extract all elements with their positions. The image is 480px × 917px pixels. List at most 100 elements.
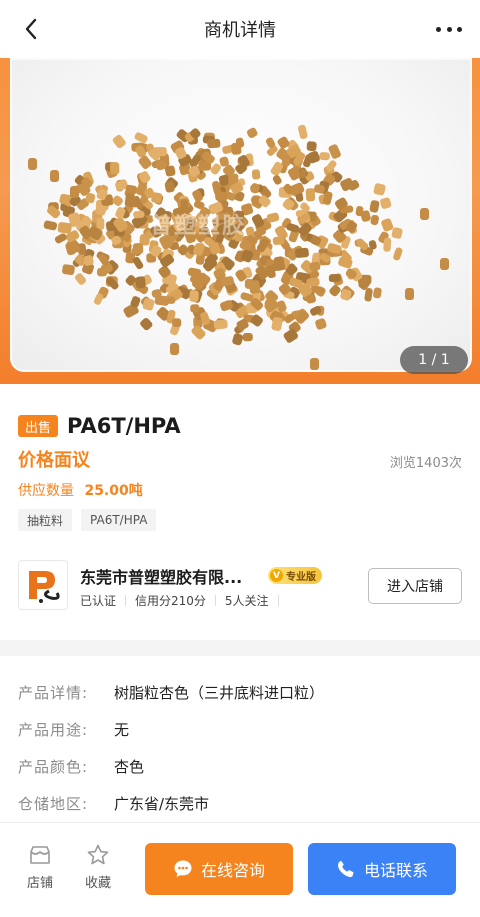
- detail-row: 产品用途: 无: [18, 719, 129, 740]
- product-details: 产品详情: 树脂粒杏色（三井底料进口粒） 产品用途: 无 产品颜色: 杏色 仓储…: [0, 656, 480, 822]
- pellet-shape: [305, 188, 316, 202]
- pellet-shape: [315, 318, 327, 330]
- pellet-shape: [112, 195, 123, 207]
- pellet-shape: [50, 170, 59, 182]
- product-chips: 抽粒料 PA6T/HPA: [18, 509, 157, 531]
- pellet-shape: [405, 288, 414, 300]
- store-meta: 已认证 信用分210分 5人关注: [80, 592, 288, 609]
- detail-key: 产品用途:: [18, 721, 89, 739]
- image-counter: 1 / 1: [400, 346, 468, 374]
- pellet-shape: [370, 214, 379, 226]
- pellet-shape: [135, 276, 146, 289]
- chat-icon: [174, 860, 192, 877]
- follower-count: 5人关注: [224, 594, 269, 608]
- pellet-shape: [250, 183, 260, 194]
- pellet-shape: [163, 296, 176, 304]
- pellet-shape: [231, 142, 242, 155]
- supply-label: 供应数量: [18, 483, 74, 499]
- sale-tag: 出售: [18, 415, 59, 437]
- consult-label: 在线咨询: [200, 861, 265, 880]
- pellet-shape: [54, 233, 67, 244]
- back-icon[interactable]: [18, 16, 44, 42]
- shop-button[interactable]: 店铺: [20, 843, 60, 891]
- pellet-shape: [134, 132, 148, 143]
- divider: [214, 595, 216, 606]
- pellet-shape: [112, 134, 126, 149]
- pellet-shape: [329, 284, 341, 297]
- pellet-shape: [298, 124, 308, 139]
- pellet-shape: [70, 186, 79, 198]
- store-card: 东莞市普塑塑胶有限... V 专业版 已认证 信用分210分 5人关注 进入店铺: [0, 540, 480, 640]
- pellet-shape: [380, 197, 392, 209]
- pellet-shape: [373, 183, 386, 196]
- detail-value: 无: [114, 721, 130, 739]
- favorite-label: 收藏: [84, 876, 111, 891]
- pellet-shape: [210, 163, 221, 175]
- supply-value: 25.00吨: [84, 483, 143, 499]
- pellet-shape: [47, 205, 61, 219]
- vip-icon: V: [270, 569, 283, 582]
- pellet-shape: [440, 258, 449, 270]
- more-icon[interactable]: [436, 18, 462, 40]
- pellet-shape: [272, 175, 282, 185]
- pellet-shape: [246, 127, 258, 139]
- product-image-carousel[interactable]: 普塑塑胶 1 / 1: [0, 58, 480, 384]
- detail-value: 杏色: [114, 758, 145, 776]
- pellet-shape: [28, 158, 37, 170]
- pellet-shape: [232, 333, 244, 346]
- pellet-shape: [172, 318, 182, 328]
- pellet-shape: [286, 223, 300, 233]
- pro-badge-label: 专业版: [286, 572, 316, 583]
- pellet-shape: [140, 317, 153, 331]
- pellet-shape: [319, 152, 330, 161]
- online-consult-button[interactable]: 在线咨询: [145, 843, 293, 895]
- nav-bar: 商机详情: [0, 0, 480, 58]
- detail-row: 产品详情: 树脂粒杏色（三井底料进口粒）: [18, 682, 324, 703]
- star-icon: [87, 844, 109, 865]
- pellet-shape: [190, 304, 200, 313]
- call-label: 电话联系: [363, 861, 428, 880]
- image-watermark: 普塑塑胶: [150, 214, 247, 239]
- pellet-shape: [306, 141, 317, 152]
- detail-row: 仓储地区: 广东省/东莞市: [18, 793, 209, 814]
- product-name: PA6T/HPA: [67, 414, 181, 438]
- pellet-shape: [62, 264, 75, 276]
- pellet-shape: [43, 220, 58, 231]
- favorite-button[interactable]: 收藏: [78, 843, 118, 891]
- pellet-shape: [189, 290, 199, 303]
- pellet-shape: [369, 200, 380, 213]
- price-label: 价格面议: [18, 450, 90, 471]
- page-title: 商机详情: [204, 20, 276, 41]
- pellet-shape: [266, 212, 280, 223]
- pellet-shape: [75, 273, 86, 285]
- pellet-shape: [213, 319, 228, 330]
- pellet-shape: [110, 162, 120, 175]
- phone-icon: [338, 860, 354, 878]
- pellet-shape: [391, 227, 403, 239]
- chip: 抽粒料: [18, 509, 73, 531]
- detail-value: 广东省/东莞市: [114, 795, 210, 813]
- enter-store-button[interactable]: 进入店铺: [368, 568, 462, 604]
- detail-row: 产品颜色: 杏色: [18, 756, 144, 777]
- pellet-shape: [57, 222, 72, 234]
- pellet-shape: [295, 247, 309, 258]
- divider: [277, 595, 279, 606]
- detail-key: 产品详情:: [18, 684, 89, 702]
- pellet-shape: [328, 274, 341, 283]
- pellet-shape: [207, 138, 221, 149]
- pro-badge: V 专业版: [268, 567, 322, 584]
- detail-value: 树脂粒杏色（三井底料进口粒）: [114, 684, 325, 702]
- store-name[interactable]: 东莞市普塑塑胶有限...: [80, 564, 242, 588]
- store-logo[interactable]: [18, 560, 68, 610]
- view-count: 浏览1403次: [389, 456, 462, 471]
- pellet-shape: [393, 247, 403, 261]
- pellet-shape: [251, 169, 261, 180]
- pellet-shape: [249, 280, 261, 294]
- bottom-action-bar: 店铺 收藏 在线咨询 电话联系: [0, 822, 480, 917]
- detail-key: 仓储地区:: [18, 795, 89, 813]
- chip: PA6T/HPA: [81, 509, 157, 531]
- shop-label: 店铺: [26, 876, 53, 891]
- pellet-shape: [381, 218, 394, 232]
- pellet-shape: [310, 358, 319, 370]
- phone-contact-button[interactable]: 电话联系: [308, 843, 456, 895]
